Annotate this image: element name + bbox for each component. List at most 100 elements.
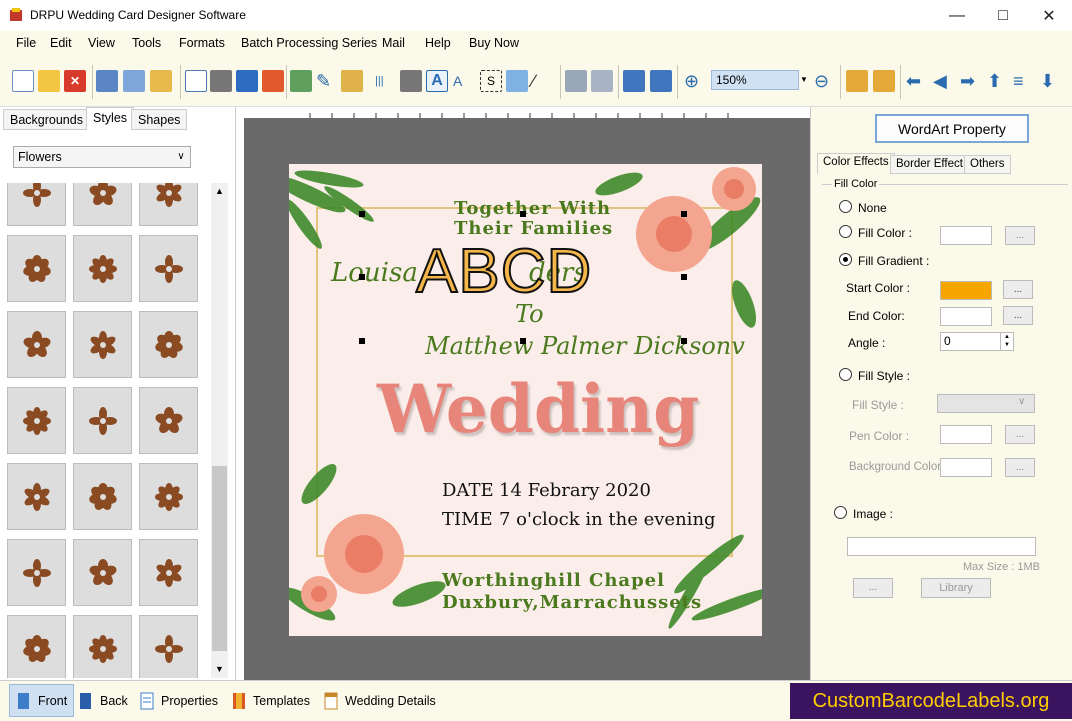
flower-style-thumbnail[interactable] — [73, 387, 132, 454]
resize-handle[interactable] — [359, 338, 365, 344]
resize-handle[interactable] — [681, 211, 687, 217]
chevron-down-icon[interactable]: ∨ — [173, 146, 189, 168]
card-groom-name[interactable]: Matthew Palmer Dicksonv — [425, 332, 745, 360]
arrow-up-icon[interactable]: ⬆ — [987, 70, 1009, 92]
background-color-swatch[interactable] — [940, 458, 992, 477]
card-headline[interactable]: Wedding — [377, 370, 699, 448]
open-icon[interactable] — [38, 70, 60, 92]
flower-style-thumbnail[interactable] — [7, 463, 66, 530]
close-file-icon[interactable]: ✕ — [64, 70, 86, 92]
flower-style-thumbnail[interactable] — [73, 183, 132, 226]
save-as-icon[interactable] — [123, 70, 145, 92]
flower-style-thumbnail[interactable] — [73, 463, 132, 530]
tab-color-effects[interactable]: Color Effects — [817, 153, 895, 174]
arrow-right-icon[interactable]: ➡ — [960, 70, 982, 92]
tab-backgrounds[interactable]: Backgrounds — [3, 109, 90, 130]
tab-shapes[interactable]: Shapes — [131, 109, 188, 130]
menu-tools[interactable]: Tools — [132, 36, 161, 50]
flip-icon[interactable]: ◀ — [933, 70, 955, 92]
card-venue2[interactable]: Duxbury,Marrachussets — [442, 592, 702, 613]
flower-style-thumbnail[interactable] — [7, 615, 66, 678]
menu-file[interactable]: File — [16, 36, 36, 50]
menu-edit[interactable]: Edit — [50, 36, 72, 50]
zoom-in-icon[interactable]: ⊕ — [684, 70, 706, 92]
wordart-icon[interactable]: A — [426, 70, 448, 92]
flower-style-thumbnail[interactable] — [139, 183, 198, 226]
flower-style-thumbnail[interactable] — [7, 183, 66, 226]
image-browse-button[interactable]: ... — [853, 578, 893, 598]
image-icon[interactable] — [290, 70, 312, 92]
radio-none[interactable] — [839, 200, 852, 213]
scroll-up-icon[interactable]: ▲ — [211, 183, 228, 200]
chevron-down-icon[interactable]: ∨ — [1018, 396, 1025, 407]
copy-icon[interactable] — [236, 70, 258, 92]
menu-formats[interactable]: Formats — [179, 36, 225, 50]
scroll-down-icon[interactable]: ▼ — [211, 661, 228, 678]
end-color-browse-button[interactable]: ... — [1003, 306, 1033, 325]
zoom-dropdown-icon[interactable]: ▼ — [798, 70, 810, 90]
save-icon[interactable] — [96, 70, 118, 92]
flower-style-thumbnail[interactable] — [139, 463, 198, 530]
flower-style-thumbnail[interactable] — [73, 235, 132, 302]
flower-style-thumbnail[interactable] — [73, 539, 132, 606]
pen-icon[interactable]: ✎ — [316, 70, 338, 92]
end-color-swatch[interactable] — [940, 307, 992, 326]
barcode2-icon[interactable] — [400, 70, 422, 92]
card-line1[interactable]: Together With — [454, 198, 611, 219]
mail-icon[interactable] — [506, 70, 528, 92]
wordart-text[interactable]: ABCD — [415, 236, 592, 307]
start-color-swatch[interactable] — [940, 281, 992, 300]
menu-help[interactable]: Help — [425, 36, 451, 50]
flower-style-thumbnail[interactable] — [73, 615, 132, 678]
card-bride-name[interactable]: Louisa — [331, 258, 418, 288]
menu-view[interactable]: View — [88, 36, 115, 50]
shapes-icon[interactable] — [341, 70, 363, 92]
menu-batch-processing[interactable]: Batch Processing Series — [241, 36, 377, 50]
resize-handle[interactable] — [681, 274, 687, 280]
card-to[interactable]: To — [515, 300, 544, 328]
close-button[interactable]: ✕ — [1026, 0, 1072, 31]
flower-style-thumbnail[interactable] — [139, 387, 198, 454]
gift-icon[interactable] — [262, 70, 284, 92]
tab-border-effect[interactable]: Border Effect — [890, 155, 969, 174]
radio-image[interactable] — [834, 506, 847, 519]
print-icon[interactable] — [210, 70, 232, 92]
align-icon[interactable]: ≡ — [1013, 70, 1035, 92]
start-color-browse-button[interactable]: ... — [1003, 280, 1033, 299]
database-icon[interactable] — [565, 70, 587, 92]
minimize-button[interactable]: — — [934, 0, 980, 31]
tab-properties[interactable]: Properties — [133, 684, 224, 717]
arrow-left-icon[interactable]: ⬅ — [906, 70, 928, 92]
radio-fill-gradient[interactable] — [839, 253, 852, 266]
fill-color-swatch[interactable] — [940, 226, 992, 245]
flower-style-thumbnail[interactable] — [7, 311, 66, 378]
style-category-select[interactable]: Flowers — [13, 146, 191, 168]
flower-style-thumbnail[interactable] — [139, 539, 198, 606]
card-date-label[interactable]: DATE — [442, 480, 494, 501]
angle-spinner-icon[interactable]: ▲ ▼ — [1000, 333, 1013, 350]
resize-handle[interactable] — [359, 211, 365, 217]
card-venue1[interactable]: Worthinghill Chapel — [442, 570, 665, 591]
zoom-input[interactable]: 150% — [711, 70, 799, 90]
text-icon[interactable]: A — [453, 70, 475, 92]
export-icon[interactable] — [150, 70, 172, 92]
flower-style-thumbnail[interactable] — [73, 311, 132, 378]
radio-fill-color[interactable] — [839, 225, 852, 238]
fill-color-browse-button[interactable]: ... — [1005, 226, 1035, 245]
style-scrollbar[interactable]: ▲ ▼ — [211, 183, 228, 678]
resize-handle[interactable] — [681, 338, 687, 344]
card-time-value[interactable]: 7 o'clock in the evening — [499, 509, 716, 530]
lock-icon[interactable] — [846, 70, 868, 92]
database2-icon[interactable] — [591, 70, 613, 92]
zoom-out-icon[interactable]: ⊖ — [814, 70, 836, 92]
pen-color-swatch[interactable] — [940, 425, 992, 444]
resize-handle[interactable] — [520, 211, 526, 217]
flower-style-thumbnail[interactable] — [7, 539, 66, 606]
wordart-property-button[interactable]: WordArt Property — [875, 114, 1029, 143]
new-icon[interactable] — [12, 70, 34, 92]
resize-handle[interactable] — [520, 338, 526, 344]
undo-icon[interactable] — [623, 70, 645, 92]
background-color-browse-button[interactable]: ... — [1005, 458, 1035, 477]
tab-styles[interactable]: Styles — [86, 107, 135, 130]
barcode-icon[interactable]: ||| — [375, 70, 397, 92]
